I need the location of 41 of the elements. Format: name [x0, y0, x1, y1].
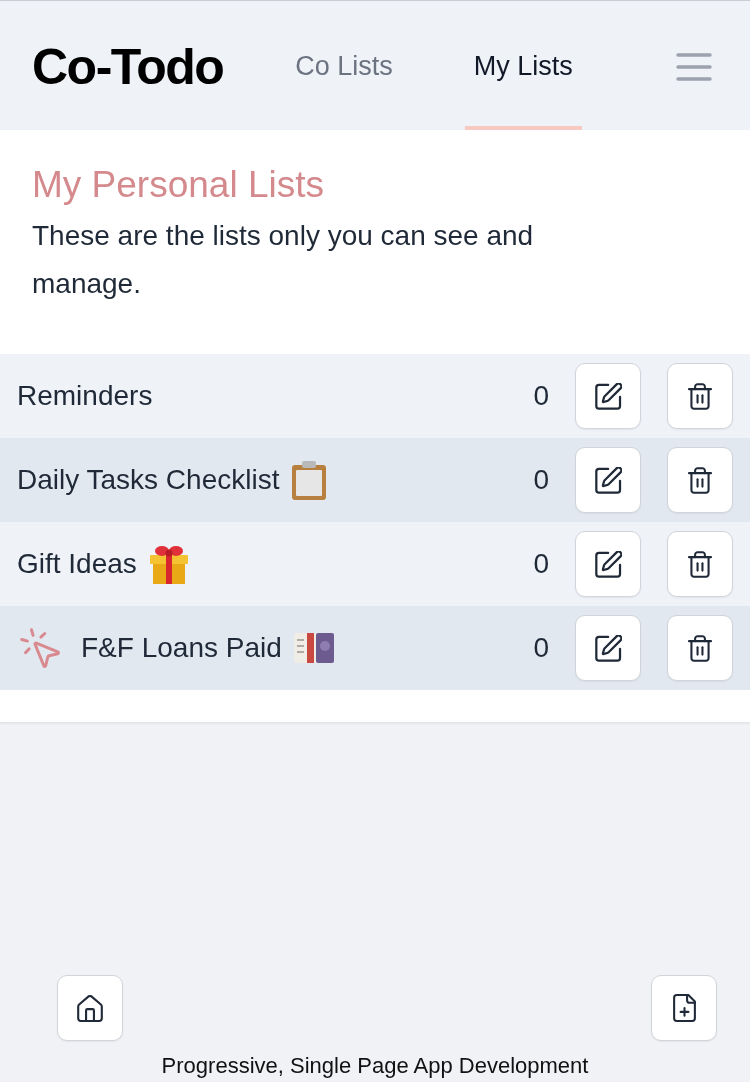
edit-button[interactable] [575, 363, 641, 429]
delete-button[interactable] [667, 615, 733, 681]
list-row[interactable]: Reminders 0 [0, 354, 750, 438]
banknote-icon [293, 632, 334, 664]
new-list-button[interactable] [651, 975, 717, 1041]
list-name: F&F Loans Paid [81, 632, 282, 664]
trash-icon [688, 634, 712, 662]
edit-button[interactable] [575, 531, 641, 597]
delete-button[interactable] [667, 363, 733, 429]
item-count: 0 [533, 632, 549, 664]
file-plus-icon [672, 994, 696, 1022]
list-name: Gift Ideas [17, 548, 137, 580]
trash-icon [688, 550, 712, 578]
clipboard-icon [291, 460, 328, 500]
list-name: Reminders [17, 380, 153, 412]
footer-text: Progressive, Single Page App Development [160, 1053, 590, 1079]
menu-icon [676, 52, 712, 81]
edit-icon [594, 550, 622, 578]
edit-icon [594, 382, 622, 410]
item-count: 0 [533, 380, 549, 412]
nav-tab[interactable]: Co Lists [286, 1, 402, 130]
edit-button[interactable] [575, 447, 641, 513]
delete-button[interactable] [667, 447, 733, 513]
app-logo: Co-Todo [32, 38, 224, 95]
edit-icon [594, 466, 622, 494]
gift-icon [148, 544, 189, 584]
edit-icon [594, 634, 622, 662]
section-description: These are the lists only you can see and manage. [32, 219, 535, 301]
edit-button[interactable] [575, 615, 641, 681]
list-row[interactable]: Daily Tasks Checklist 0 [0, 438, 750, 522]
trash-icon [688, 466, 712, 494]
list-row[interactable]: F&F Loans Paid 0 [0, 606, 750, 690]
home-icon [76, 994, 104, 1022]
item-count: 0 [533, 464, 549, 496]
item-count: 0 [533, 548, 549, 580]
home-button[interactable] [57, 975, 123, 1041]
list-row[interactable]: Gift Ideas 0 [0, 522, 750, 606]
delete-button[interactable] [667, 531, 733, 597]
section-title: My Personal Lists [32, 163, 325, 207]
trash-icon [688, 382, 712, 410]
list-name: Daily Tasks Checklist [17, 464, 280, 496]
